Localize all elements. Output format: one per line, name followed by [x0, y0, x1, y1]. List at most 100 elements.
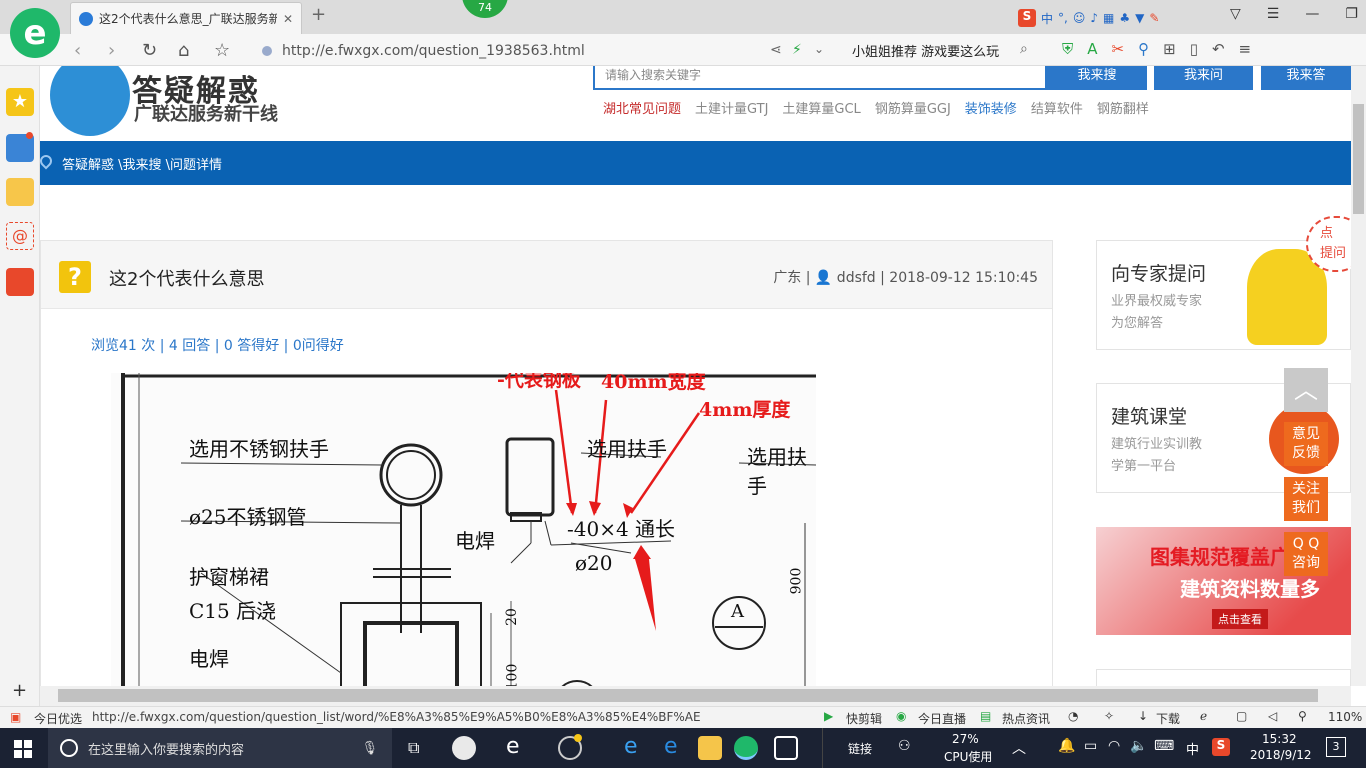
more-menu-icon[interactable]: ≡ — [1239, 40, 1252, 58]
site-mascot-logo[interactable] — [50, 66, 130, 136]
weibo-icon[interactable] — [6, 178, 34, 206]
hot-link[interactable]: 钢筋算量GGJ — [875, 98, 951, 117]
shirt-icon[interactable]: ▼ — [1135, 11, 1144, 25]
home-icon[interactable]: ⌂ — [178, 40, 189, 61]
mute-icon[interactable]: ◁ — [1268, 709, 1277, 723]
apps-grid-icon[interactable]: ⊞ — [1163, 40, 1176, 58]
reader-icon[interactable]: ▯ — [1190, 40, 1198, 58]
wifi-icon[interactable]: ◠ — [1108, 738, 1120, 754]
browser-e-icon[interactable]: e — [506, 734, 520, 759]
speed-icon[interactable]: ◔ — [1068, 709, 1078, 723]
sogou-icon[interactable]: S — [1018, 9, 1036, 27]
horizontal-scroll-thumb[interactable] — [58, 689, 1318, 702]
search-input[interactable]: 请输入搜索关键字 — [593, 66, 1047, 90]
favorites-star-icon[interactable]: ★ — [6, 88, 34, 116]
video-clip-icon[interactable]: ▶ — [824, 709, 833, 723]
volume-icon[interactable]: 🔈 — [1130, 738, 1147, 754]
keyboard-icon[interactable]: ▦ — [1103, 11, 1114, 25]
ie-icon[interactable]: e — [664, 734, 678, 759]
clock-time[interactable]: 15:32 — [1262, 732, 1297, 746]
emoji-icon[interactable]: ☺ — [1073, 11, 1086, 25]
skin-shirt-icon[interactable]: ▽ — [1230, 6, 1241, 22]
status-item[interactable]: 快剪辑 — [846, 710, 882, 727]
mail-at-icon[interactable]: @ — [6, 222, 34, 250]
action-center-icon[interactable]: 3 — [1326, 737, 1346, 757]
undo-icon[interactable]: ↶ — [1212, 40, 1225, 58]
dropdown-chevron-icon[interactable]: ⌄ — [814, 42, 824, 56]
mail-icon[interactable] — [774, 736, 798, 760]
ime-label[interactable]: 中 — [1041, 10, 1053, 27]
back-icon[interactable]: ‹ — [74, 40, 81, 61]
follow-button[interactable]: 关注 我们 — [1284, 477, 1328, 521]
status-item[interactable]: 今日直播 — [918, 710, 966, 727]
live-icon[interactable]: ◉ — [896, 709, 906, 723]
taskbar-search[interactable]: 在这里输入你要搜索的内容 🎙 — [48, 728, 392, 768]
answer-button[interactable]: 我来答 — [1261, 66, 1351, 90]
tray-expand-icon[interactable]: ︿ — [1012, 738, 1026, 758]
shield-icon[interactable]: ⛨ — [1062, 40, 1073, 58]
hot-link[interactable]: 土建计量GTJ — [695, 98, 768, 117]
adblock-icon[interactable]: A — [1087, 40, 1097, 58]
daily-pick-link[interactable]: 今日优选 — [34, 710, 82, 727]
pin-icon[interactable]: ✧ — [1104, 709, 1114, 723]
sogou-tray-icon[interactable]: S — [1212, 738, 1230, 756]
gift-icon[interactable]: ▣ — [10, 710, 21, 724]
mic-icon[interactable]: 🎙 — [361, 741, 378, 756]
hot-link[interactable]: 湖北常见问题 — [603, 98, 681, 117]
magnifier-icon[interactable]: ⚲ — [1138, 40, 1149, 58]
task-view-icon[interactable]: ⧉ — [408, 738, 419, 758]
add-sidebar-icon[interactable]: + — [12, 680, 27, 701]
browser-tab[interactable]: 这2个代表什么意思_广联达服务新 ✕ — [70, 2, 302, 34]
reload-icon[interactable]: ↻ — [142, 40, 157, 61]
vertical-scroll-thumb[interactable] — [1353, 104, 1364, 214]
hot-link[interactable]: 结算软件 — [1031, 98, 1083, 117]
url-field[interactable]: http://e.fwxgx.com/question_1938563.html — [262, 40, 762, 62]
zoom-icon[interactable]: ⚲ — [1298, 709, 1307, 723]
windows-start-icon[interactable] — [14, 740, 32, 758]
browser-logo-icon[interactable]: e — [10, 8, 60, 58]
lightning-icon[interactable]: ⚡ — [792, 42, 802, 58]
pinwheel-app-icon[interactable] — [452, 736, 476, 760]
mic-icon[interactable]: ♪ — [1090, 11, 1098, 25]
back-to-top-button[interactable]: ︿ — [1284, 368, 1328, 412]
status-item[interactable]: 下载 — [1156, 710, 1180, 727]
banner-cta[interactable]: 点击查看 — [1212, 609, 1268, 629]
taskbar-ime[interactable]: 中 — [1186, 739, 1199, 758]
search-icon[interactable]: ⌕ — [1020, 41, 1028, 57]
hot-link[interactable]: 土建算量GCL — [782, 98, 860, 117]
feedback-button[interactable]: 意见 反馈 — [1284, 422, 1328, 466]
hot-link[interactable]: 钢筋翻样 — [1097, 98, 1149, 117]
ask-button[interactable]: 我来问 — [1154, 66, 1253, 90]
forward-icon[interactable]: › — [108, 40, 115, 61]
game-controller-icon[interactable] — [6, 268, 34, 296]
punct-icon[interactable]: °, — [1058, 11, 1068, 25]
edge-icon[interactable]: e — [624, 734, 638, 759]
search-button[interactable]: 我来搜 — [1047, 66, 1147, 90]
hot-link[interactable]: 装饰装修 — [965, 98, 1017, 117]
keyboard-icon[interactable]: ⌨ — [1154, 738, 1174, 754]
menu-icon[interactable]: ☰ — [1267, 6, 1280, 22]
share-icon[interactable]: ⋖ — [770, 42, 782, 58]
active-browser-icon[interactable] — [734, 736, 758, 760]
news-icon[interactable]: ▤ — [980, 709, 991, 723]
download-icon[interactable]: ↓ — [1138, 709, 1148, 723]
wrench-icon[interactable]: ✎ — [1149, 11, 1159, 25]
minimize-icon[interactable]: — — [1305, 6, 1319, 22]
breadcrumb[interactable]: 答疑解惑 \我来搜 \问题详情 — [62, 158, 222, 173]
restore-icon[interactable]: ❐ — [1345, 6, 1358, 22]
link-label[interactable]: 链接 — [848, 728, 872, 768]
clock-date[interactable]: 2018/9/12 — [1250, 748, 1312, 762]
close-tab-icon[interactable]: ✕ — [283, 12, 293, 26]
file-explorer-icon[interactable] — [698, 736, 722, 760]
battery-icon[interactable]: ▭ — [1084, 738, 1097, 754]
window-icon[interactable]: ▢ — [1236, 709, 1247, 723]
new-tab-button[interactable]: + — [311, 4, 326, 25]
scissors-icon[interactable]: ✂ — [1112, 40, 1125, 58]
skin-icon[interactable]: ♣ — [1119, 11, 1130, 25]
qq-consult-button[interactable]: Q Q 咨询 — [1284, 532, 1328, 576]
promo-link[interactable]: 小姐姐推荐 游戏要这么玩 — [852, 41, 999, 60]
bell-icon[interactable]: 🔔 — [1058, 738, 1075, 754]
zoom-level[interactable]: 110% — [1328, 710, 1362, 724]
status-item[interactable]: 热点资讯 — [1002, 710, 1050, 727]
people-icon[interactable]: ⚇ — [898, 738, 911, 754]
